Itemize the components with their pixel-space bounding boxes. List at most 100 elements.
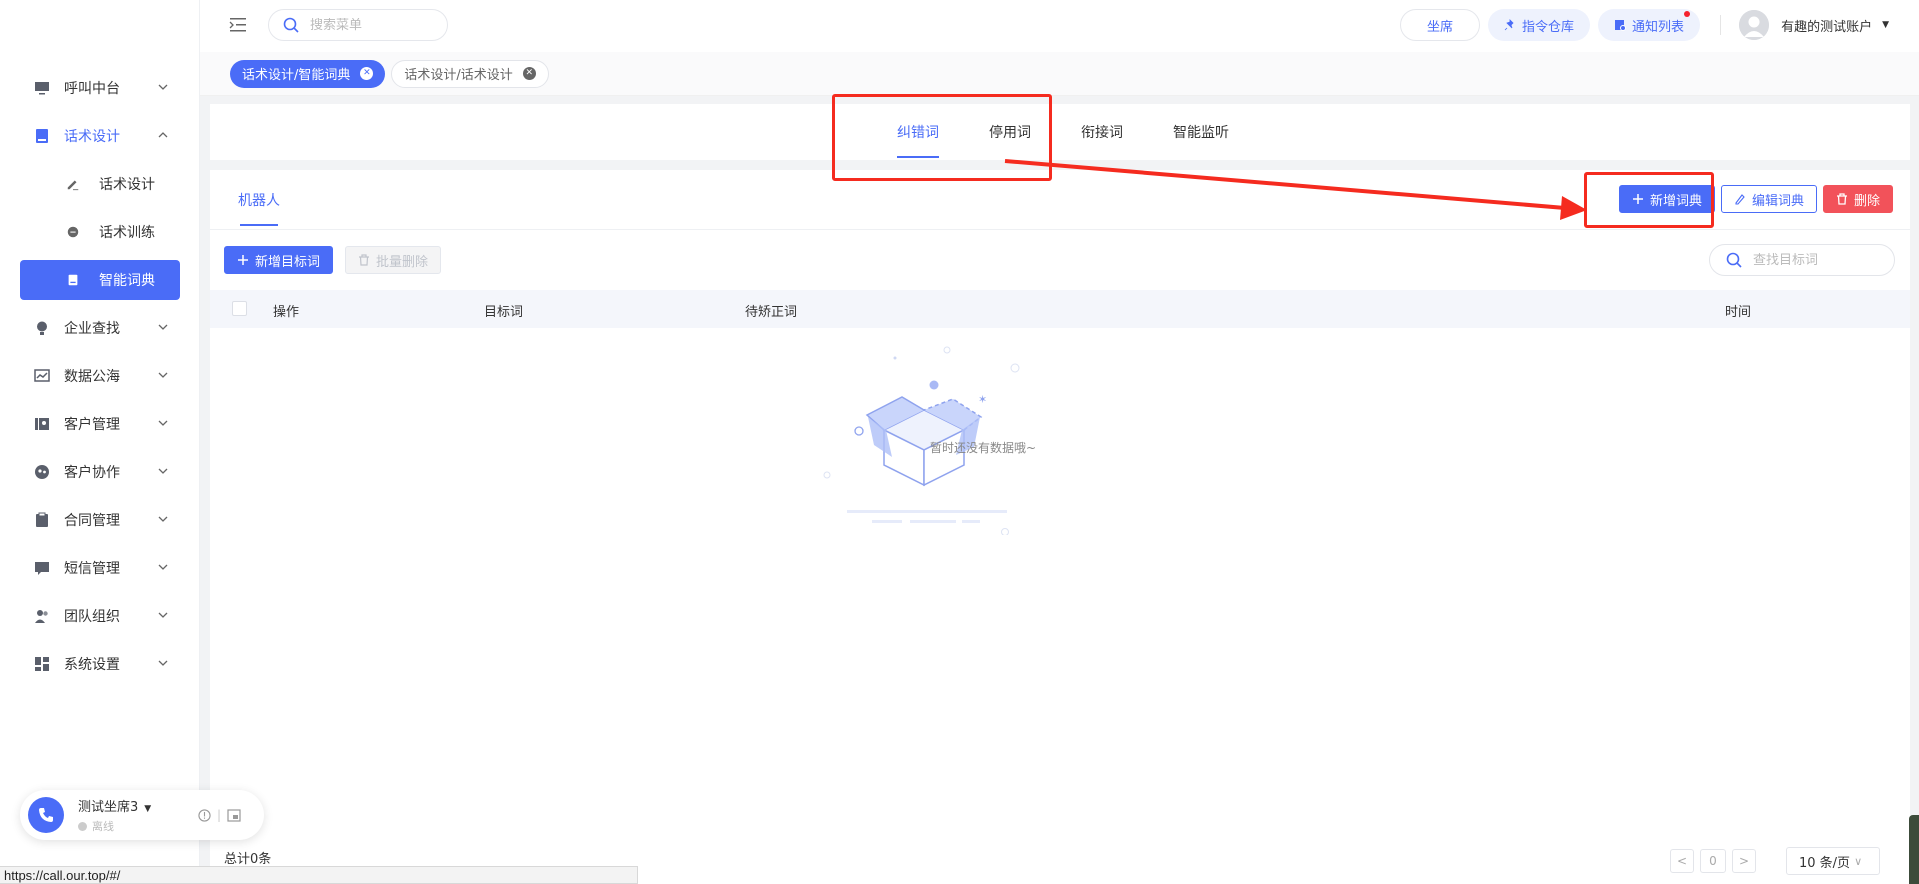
chevron-down-icon (158, 324, 168, 330)
tag-script-design[interactable]: 话术设计/话术设计 ✕ (391, 59, 549, 88)
bulb-icon (34, 320, 50, 336)
notice-list-button[interactable]: 通知列表 (1598, 9, 1701, 41)
tab-connective-words[interactable]: 衔接词 (1056, 104, 1148, 160)
plus-icon (237, 254, 249, 266)
agent-name: 测试坐席3 (78, 800, 139, 815)
edit-dictionary-button[interactable]: 编辑词典 (1720, 185, 1817, 213)
target-word-search-input[interactable] (1753, 252, 1883, 268)
agent-card: 测试坐席3 ▼ 离线 | (20, 790, 264, 840)
dashboard-icon (34, 656, 50, 672)
tab-smart-monitor[interactable]: 智能监听 (1148, 104, 1254, 160)
sidebar-item-script-design[interactable]: 话术设计 (0, 112, 200, 160)
tab-correction-words[interactable]: 纠错词 (872, 104, 964, 160)
column-header-words-to-correct: 待矫正词 (745, 305, 798, 320)
tab-stop-words[interactable]: 停用词 (964, 104, 1056, 160)
seat-button[interactable]: 坐席 (1400, 9, 1481, 41)
sidebar-nav: 呼叫中台 话术设计 话术设计 话术训练 智能词典 企业查找 数据公海 客户管理 … (0, 64, 200, 688)
monitor-icon (34, 80, 50, 96)
prev-page-button[interactable]: < (1670, 849, 1694, 873)
app-root: 呼叫中台 话术设计 话术设计 话术训练 智能词典 企业查找 数据公海 客户管理 … (0, 0, 1919, 884)
sidebar-item-label: 客户协作 (64, 465, 120, 481)
sidebar-item-contract-management[interactable]: 合同管理 (0, 496, 200, 544)
phone-button[interactable] (28, 797, 64, 833)
column-header-time: 时间 (1725, 305, 1752, 320)
sidebar-item-system-settings[interactable]: 系统设置 (0, 640, 200, 688)
close-icon[interactable]: ✕ (522, 67, 536, 80)
message-icon (34, 560, 50, 576)
group-icon (34, 608, 50, 624)
tag-label: 话术设计/智能词典 (242, 68, 351, 83)
next-page-button[interactable]: > (1732, 849, 1756, 873)
sidebar-subitem-smart-dictionary[interactable]: 智能词典 (20, 260, 180, 300)
menu-search[interactable] (268, 9, 448, 41)
button-label: 删除 (1853, 193, 1880, 209)
sidebar-item-label: 企业查找 (64, 321, 120, 337)
topbar-right: 坐席 指令仓库 通知列表 有趣的测试账户 ▼ (1392, 9, 1889, 41)
empty-text: 暂时还没有数据哦~ (930, 441, 1037, 455)
sidebar-item-label: 客户管理 (64, 417, 120, 433)
sidebar-subitem-script-design[interactable]: 话术设计 (0, 160, 200, 208)
sidebar-item-team-org[interactable]: 团队组织 (0, 592, 200, 640)
sidebar-item-data-pool[interactable]: 数据公海 (0, 352, 200, 400)
sidebar-item-label: 合同管理 (64, 513, 120, 529)
phone-icon (39, 808, 53, 822)
chevron-down-icon (158, 612, 168, 618)
sidebar-item-customer-management[interactable]: 客户管理 (0, 400, 200, 448)
notice-icon (1614, 19, 1627, 31)
caret-down-icon: ▼ (1882, 20, 1889, 30)
add-target-word-button[interactable]: 新增目标词 (224, 246, 334, 274)
divider: | (217, 808, 222, 822)
topbar: 坐席 指令仓库 通知列表 有趣的测试账户 ▼ (200, 0, 1919, 52)
tag-smart-dictionary[interactable]: 话术设计/智能词典 ✕ (230, 59, 386, 88)
table-toolbar: 新增目标词 批量删除 (224, 246, 453, 274)
notice-list-label: 通知列表 (1632, 10, 1691, 35)
user-menu[interactable]: 有趣的测试账户 ▼ (1739, 10, 1889, 40)
picture-in-picture-icon[interactable] (227, 808, 241, 822)
info-icon[interactable] (198, 808, 211, 822)
sidebar-item-company-search[interactable]: 企业查找 (0, 304, 200, 352)
sidebar: 呼叫中台 话术设计 话术设计 话术训练 智能词典 企业查找 数据公海 客户管理 … (0, 0, 200, 884)
sidebar-subitem-label: 智能词典 (99, 273, 155, 289)
agent-name-dropdown[interactable]: 测试坐席3 ▼ (78, 796, 198, 815)
svg-text:✶: ✶ (978, 393, 987, 406)
sidebar-item-label: 短信管理 (64, 561, 120, 577)
sub-tabs: 机器人 新增词典 编辑词典 删除 (210, 170, 1910, 230)
tab-label: 停用词 (989, 125, 1031, 141)
chevron-down-icon (158, 420, 168, 426)
button-label: 批量删除 (376, 254, 429, 270)
chevron-down-icon (158, 564, 168, 570)
batch-delete-button[interactable]: 批量删除 (345, 246, 442, 274)
sidebar-item-call-center[interactable]: 呼叫中台 (0, 64, 200, 112)
book-icon (34, 128, 50, 144)
menu-fold-icon[interactable] (228, 16, 248, 34)
table-header: 操作 目标词 待矫正词 时间 (210, 290, 1910, 328)
command-repo-button[interactable]: 指令仓库 (1488, 9, 1591, 41)
target-word-search[interactable] (1709, 244, 1895, 276)
add-dictionary-button[interactable]: 新增词典 (1618, 185, 1715, 213)
main-tabs-card: 纠错词 停用词 衔接词 智能监听 (210, 104, 1910, 160)
menu-search-input[interactable] (310, 17, 430, 33)
tab-robot[interactable]: 机器人 (238, 170, 280, 230)
agent-info: 测试坐席3 ▼ 离线 (78, 796, 198, 834)
sidebar-subitem-script-training[interactable]: 话术训练 (0, 208, 200, 256)
tab-label: 纠错词 (897, 125, 939, 141)
trash-icon (358, 254, 370, 266)
chart-icon (34, 368, 50, 384)
divider (1720, 15, 1722, 35)
select-all-checkbox[interactable] (232, 301, 247, 316)
page-number[interactable]: 0 (1700, 849, 1726, 873)
sidebar-item-sms-management[interactable]: 短信管理 (0, 544, 200, 592)
trash-icon (1836, 193, 1848, 205)
chevron-down-icon: ∨ (1854, 854, 1863, 868)
agent-status-text: 离线 (92, 820, 114, 833)
command-repo-label: 指令仓库 (1522, 19, 1575, 35)
scrollbar-thumb[interactable] (1909, 815, 1919, 884)
tag-bar: 话术设计/智能词典 ✕ 话术设计/话术设计 ✕ (200, 52, 1919, 96)
close-icon[interactable]: ✕ (360, 67, 374, 80)
sidebar-item-customer-collab[interactable]: 客户协作 (0, 448, 200, 496)
dictionary-icon (66, 272, 82, 288)
search-icon (1726, 252, 1742, 268)
delete-dictionary-button[interactable]: 删除 (1822, 185, 1893, 213)
chevron-down-icon (158, 84, 168, 90)
page-size-select[interactable]: 10 条/页 ∨ (1786, 847, 1880, 875)
